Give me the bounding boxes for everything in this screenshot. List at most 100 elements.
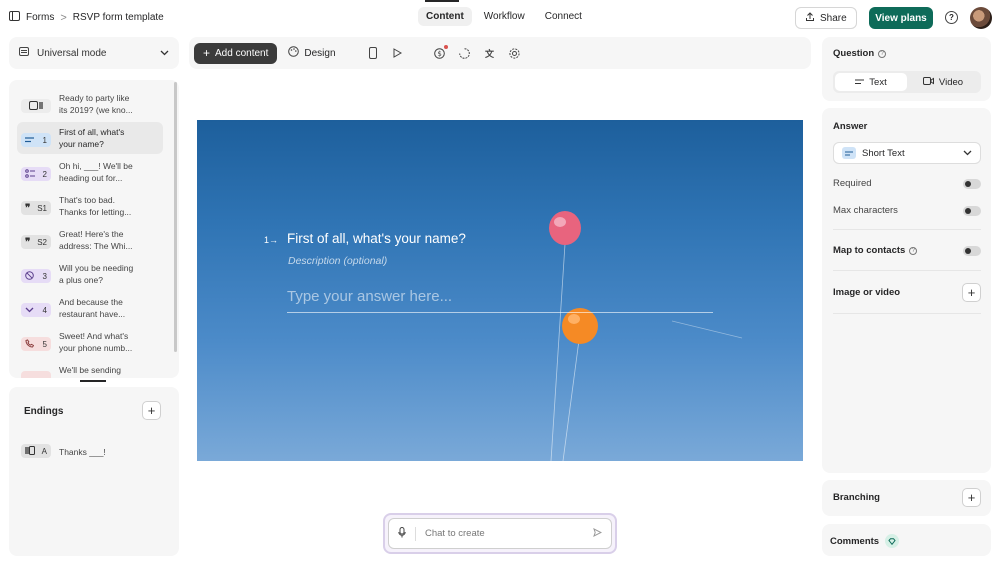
question-type-text-label: Text: [869, 76, 887, 88]
question-badge: 1: [21, 133, 51, 147]
breadcrumb: Forms > RSVP form template: [9, 11, 164, 24]
map-to-contacts-label: Map to contacts: [833, 245, 906, 256]
forms-icon[interactable]: [9, 11, 20, 24]
mode-selector[interactable]: Universal mode: [9, 37, 179, 69]
answer-type-value: Short Text: [862, 147, 905, 159]
ending-badge: A: [21, 444, 51, 458]
tab-workflow[interactable]: Workflow: [476, 7, 533, 26]
chat-placeholder: Chat to create: [425, 528, 485, 539]
avatar[interactable]: [970, 7, 992, 29]
question-badge: [21, 371, 51, 378]
question-number: 1: [42, 135, 47, 145]
map-to-contacts-toggle[interactable]: [963, 245, 981, 256]
question-text: And because the: [59, 297, 123, 307]
mode-label: Universal mode: [37, 47, 107, 59]
question-text: your name?: [59, 138, 104, 149]
short-text-icon: [25, 136, 34, 145]
dropdown-icon: [25, 306, 34, 315]
image-or-video-label: Image or video: [833, 287, 901, 298]
question-number: 5: [42, 339, 47, 349]
question-number-indicator: 1→: [264, 235, 278, 245]
list-item[interactable]: We'll be sending: [17, 360, 163, 378]
max-characters-label: Max characters: [833, 205, 898, 216]
chevron-down-icon: [963, 148, 972, 159]
answer-input[interactable]: Type your answer here...: [287, 288, 713, 313]
tab-connect[interactable]: Connect: [537, 7, 590, 26]
required-toggle[interactable]: [963, 178, 981, 189]
gear-icon[interactable]: [508, 46, 522, 60]
info-icon[interactable]: ?: [878, 49, 887, 58]
ending-item[interactable]: A Thanks ___!: [17, 439, 163, 471]
list-item[interactable]: 2 Oh hi, ___! We'll be heading out for...: [17, 156, 163, 188]
send-icon[interactable]: [593, 527, 603, 540]
payments-icon[interactable]: $: [433, 45, 448, 60]
arrow-right-icon: →: [269, 235, 279, 245]
yes-no-icon: [25, 270, 34, 282]
list-item[interactable]: 4 And because the restaurant have...: [17, 292, 163, 324]
question-type-video[interactable]: Video: [907, 73, 979, 91]
question-text: That's too bad.: [59, 195, 115, 205]
chat-input[interactable]: Chat to create: [388, 518, 612, 549]
question-badge: 3: [21, 269, 51, 283]
resize-handle[interactable]: [80, 380, 106, 382]
ending-screen-icon: [25, 445, 35, 457]
question-text: restaurant have...: [59, 308, 126, 319]
question-badge: 5: [21, 337, 51, 351]
info-icon[interactable]: ?: [909, 246, 918, 255]
question-text: Oh hi, ___! We'll be: [59, 161, 133, 171]
view-plans-button[interactable]: View plans: [869, 7, 933, 29]
question-text: Sweet! And what's: [59, 331, 129, 341]
list-item[interactable]: 5 Sweet! And what's your phone numb...: [17, 326, 163, 358]
diamond-icon[interactable]: [885, 534, 900, 548]
ending-text: Thanks ___!: [59, 447, 106, 457]
multiple-choice-icon: [25, 168, 35, 180]
share-button[interactable]: Share: [795, 7, 857, 29]
breadcrumb-forms-link[interactable]: Forms: [26, 12, 54, 23]
question-number: 2: [42, 169, 47, 179]
add-branching-button[interactable]: +: [962, 488, 981, 507]
short-text-icon: [842, 147, 856, 159]
design-label: Design: [304, 47, 336, 59]
question-text: Ready to party like: [59, 93, 130, 103]
tab-content[interactable]: Content: [418, 7, 472, 26]
question-panel: Question ? Text Video: [822, 37, 991, 101]
add-image-video-button[interactable]: +: [962, 283, 981, 302]
list-item[interactable]: ❞ S1 That's too bad. Thanks for letting..…: [17, 190, 163, 222]
endings-title: Endings: [24, 406, 64, 417]
question-title[interactable]: First of all, what's your name?: [287, 231, 466, 246]
form-title[interactable]: RSVP form template: [73, 12, 164, 23]
list-item[interactable]: ❞ S2 Great! Here's the address: The Whi..…: [17, 224, 163, 256]
question-text: Thanks for letting...: [59, 206, 132, 217]
list-item[interactable]: 1 First of all, what's your name?: [17, 122, 163, 154]
answer-settings-panel: Answer Short Text Required Max character…: [822, 108, 991, 473]
microphone-icon[interactable]: [398, 526, 406, 541]
add-ending-button[interactable]: +: [142, 401, 161, 420]
list-item[interactable]: 3 Will you be needing a plus one?: [17, 258, 163, 290]
question-description[interactable]: Description (optional): [288, 255, 387, 267]
tab-active-indicator: [425, 0, 459, 2]
mode-icon: [19, 47, 29, 59]
question-type-text[interactable]: Text: [835, 73, 907, 91]
list-item[interactable]: Ready to party like its 2019? (we kno...: [17, 88, 163, 120]
question-text: address: The Whi...: [59, 240, 133, 251]
add-content-button[interactable]: + Add content: [194, 42, 278, 64]
answer-type-select[interactable]: Short Text: [833, 142, 981, 164]
question-list-scrollbar[interactable]: [174, 82, 177, 352]
design-button[interactable]: Design: [288, 46, 336, 60]
question-text: its 2019? (we kno...: [59, 104, 133, 115]
divider: [833, 270, 981, 271]
translate-icon[interactable]: 文: [483, 46, 497, 60]
share-label: Share: [820, 12, 847, 24]
mobile-preview-icon[interactable]: [366, 46, 380, 60]
help-icon[interactable]: ?: [945, 11, 958, 24]
max-characters-toggle[interactable]: [963, 205, 981, 216]
logic-icon[interactable]: [458, 46, 472, 60]
question-text: Will you be needing: [59, 263, 134, 273]
question-badge: ❞ S1: [21, 201, 51, 215]
breadcrumb-separator: >: [60, 11, 67, 24]
play-icon[interactable]: [391, 46, 405, 60]
text-lines-icon: [855, 77, 865, 88]
plus-icon: +: [203, 46, 211, 60]
question-number: 4: [42, 305, 47, 315]
video-icon: [922, 76, 934, 88]
